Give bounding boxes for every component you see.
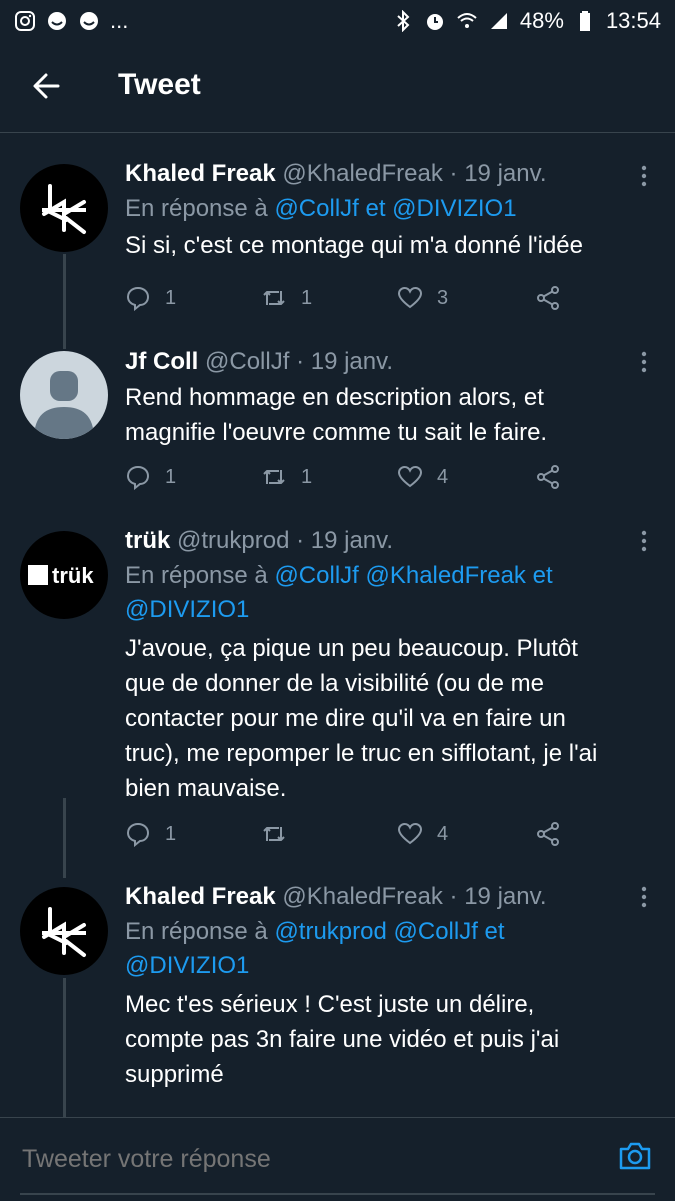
status-bar: ... 48% 13:54	[0, 0, 675, 44]
retweet-count: 1	[301, 465, 313, 488]
signal-icon	[488, 10, 510, 32]
tweet-text: Rend hommage en description alors, et ma…	[125, 384, 548, 446]
like-count: 4	[437, 822, 449, 845]
retweet-count: 1	[301, 286, 313, 309]
more-notifications: ...	[110, 8, 129, 33]
tweet[interactable]: Khaled Freak @KhaledFreak · 19 janv. En …	[0, 150, 675, 330]
tweet-text: Si si, c'est ce montage qui m'a donné l'…	[125, 232, 584, 259]
reply-mentions[interactable]: @CollJf et @DIVIZIO1	[274, 195, 516, 222]
more-options-icon[interactable]	[639, 350, 649, 374]
reply-count: 1	[165, 465, 177, 488]
back-arrow-icon[interactable]	[28, 66, 68, 106]
top-app-bar: Tweet	[0, 44, 675, 133]
tweet-actions: 1 1 3	[125, 281, 575, 315]
retweet-button[interactable]	[261, 817, 397, 851]
alarm-icon	[424, 10, 446, 32]
tweet-text: Mec t'es sérieux ! C'est juste un délire…	[125, 991, 560, 1088]
reply-context: En réponse à @trukprod @CollJf et @DIVIZ…	[125, 915, 615, 983]
share-button[interactable]	[535, 281, 575, 315]
share-icon	[537, 286, 559, 310]
retweet-icon	[263, 827, 285, 841]
avatar-logo-text: trük	[52, 563, 94, 588]
reply-prefix: En réponse à	[125, 195, 275, 222]
tweet[interactable]: Khaled Freak @KhaledFreak · 19 janv. En …	[0, 873, 675, 1117]
tweet-actions: 1 1 4	[125, 460, 575, 494]
separator-dot: ·	[296, 527, 305, 554]
bluetooth-icon	[392, 10, 414, 32]
like-button[interactable]: 3	[397, 281, 533, 315]
reply-icon	[126, 465, 150, 490]
author-handle[interactable]: @CollJf	[205, 348, 289, 375]
tweet-date[interactable]: 19 janv.	[464, 883, 546, 910]
author-name[interactable]: Jf Coll	[125, 348, 198, 375]
reply-button[interactable]: 1	[125, 281, 261, 315]
more-options-icon[interactable]	[639, 529, 649, 553]
author-handle[interactable]: @trukprod	[177, 527, 289, 554]
reply-context: En réponse à @CollJf @KhaledFreak et @DI…	[125, 559, 615, 627]
separator-dot: ·	[449, 160, 458, 187]
avatar-khaled-freak[interactable]	[20, 887, 108, 975]
instagram-icon	[14, 10, 36, 32]
share-button[interactable]	[535, 817, 575, 851]
reply-icon	[126, 822, 150, 847]
separator-dot: ·	[296, 348, 305, 375]
heart-icon	[397, 822, 423, 845]
author-name[interactable]: trük	[125, 527, 170, 554]
share-icon	[537, 465, 559, 489]
retweet-button[interactable]: 1	[261, 281, 397, 315]
reply-input[interactable]	[20, 1140, 584, 1178]
like-count: 4	[437, 465, 449, 488]
retweet-icon	[263, 291, 285, 305]
like-count: 3	[437, 286, 449, 309]
tweet-date[interactable]: 19 janv.	[464, 160, 546, 187]
more-options-icon[interactable]	[639, 885, 649, 909]
reply-button[interactable]: 1	[125, 817, 261, 851]
clock: 13:54	[605, 8, 661, 33]
retweet-button[interactable]: 1	[261, 460, 397, 494]
reply-composer	[0, 1117, 675, 1201]
share-button[interactable]	[535, 460, 575, 494]
like-button[interactable]: 4	[397, 460, 533, 494]
input-underline	[20, 1193, 655, 1195]
tweet-date[interactable]: 19 janv.	[311, 527, 393, 554]
tweet[interactable]: Jf Coll @CollJf · 19 janv. Rend hommage …	[0, 338, 675, 508]
share-icon	[537, 822, 559, 846]
avatar-truk[interactable]: trük	[20, 531, 108, 619]
reply-prefix: En réponse à	[125, 562, 275, 589]
reply-count: 1	[165, 822, 177, 845]
separator-dot: ·	[449, 883, 458, 910]
avatar-khaled-freak[interactable]	[20, 164, 108, 252]
tweet-text: J'avoue, ça pique un peu beaucoup. Plutô…	[125, 635, 598, 802]
like-button[interactable]: 4	[397, 817, 533, 851]
battery-percent: 48%	[519, 8, 564, 33]
reply-prefix: En réponse à	[125, 918, 275, 945]
heart-icon	[397, 286, 423, 309]
avatar-jf-coll[interactable]	[20, 351, 108, 439]
reply-button[interactable]: 1	[125, 460, 261, 494]
tweet-actions: 1 4	[125, 817, 575, 851]
wifi-icon	[456, 10, 478, 32]
tweet-date[interactable]: 19 janv.	[311, 348, 393, 375]
face-icon	[78, 10, 100, 32]
retweet-icon	[263, 470, 285, 484]
reply-context: En réponse à @CollJf et @DIVIZIO1	[125, 192, 615, 226]
more-options-icon[interactable]	[639, 164, 649, 188]
author-handle[interactable]: @KhaledFreak	[282, 160, 442, 187]
camera-icon[interactable]	[617, 1138, 653, 1174]
author-name[interactable]: Khaled Freak	[125, 160, 276, 187]
author-name[interactable]: Khaled Freak	[125, 883, 276, 910]
face-icon	[46, 10, 68, 32]
reply-count: 1	[165, 286, 177, 309]
page-title: Tweet	[118, 68, 201, 101]
author-handle[interactable]: @KhaledFreak	[282, 883, 442, 910]
heart-icon	[397, 465, 423, 488]
reply-icon	[126, 286, 150, 311]
battery-icon	[574, 10, 596, 32]
tweet[interactable]: trük trük @trukprod · 19 janv. En répons…	[0, 517, 675, 862]
